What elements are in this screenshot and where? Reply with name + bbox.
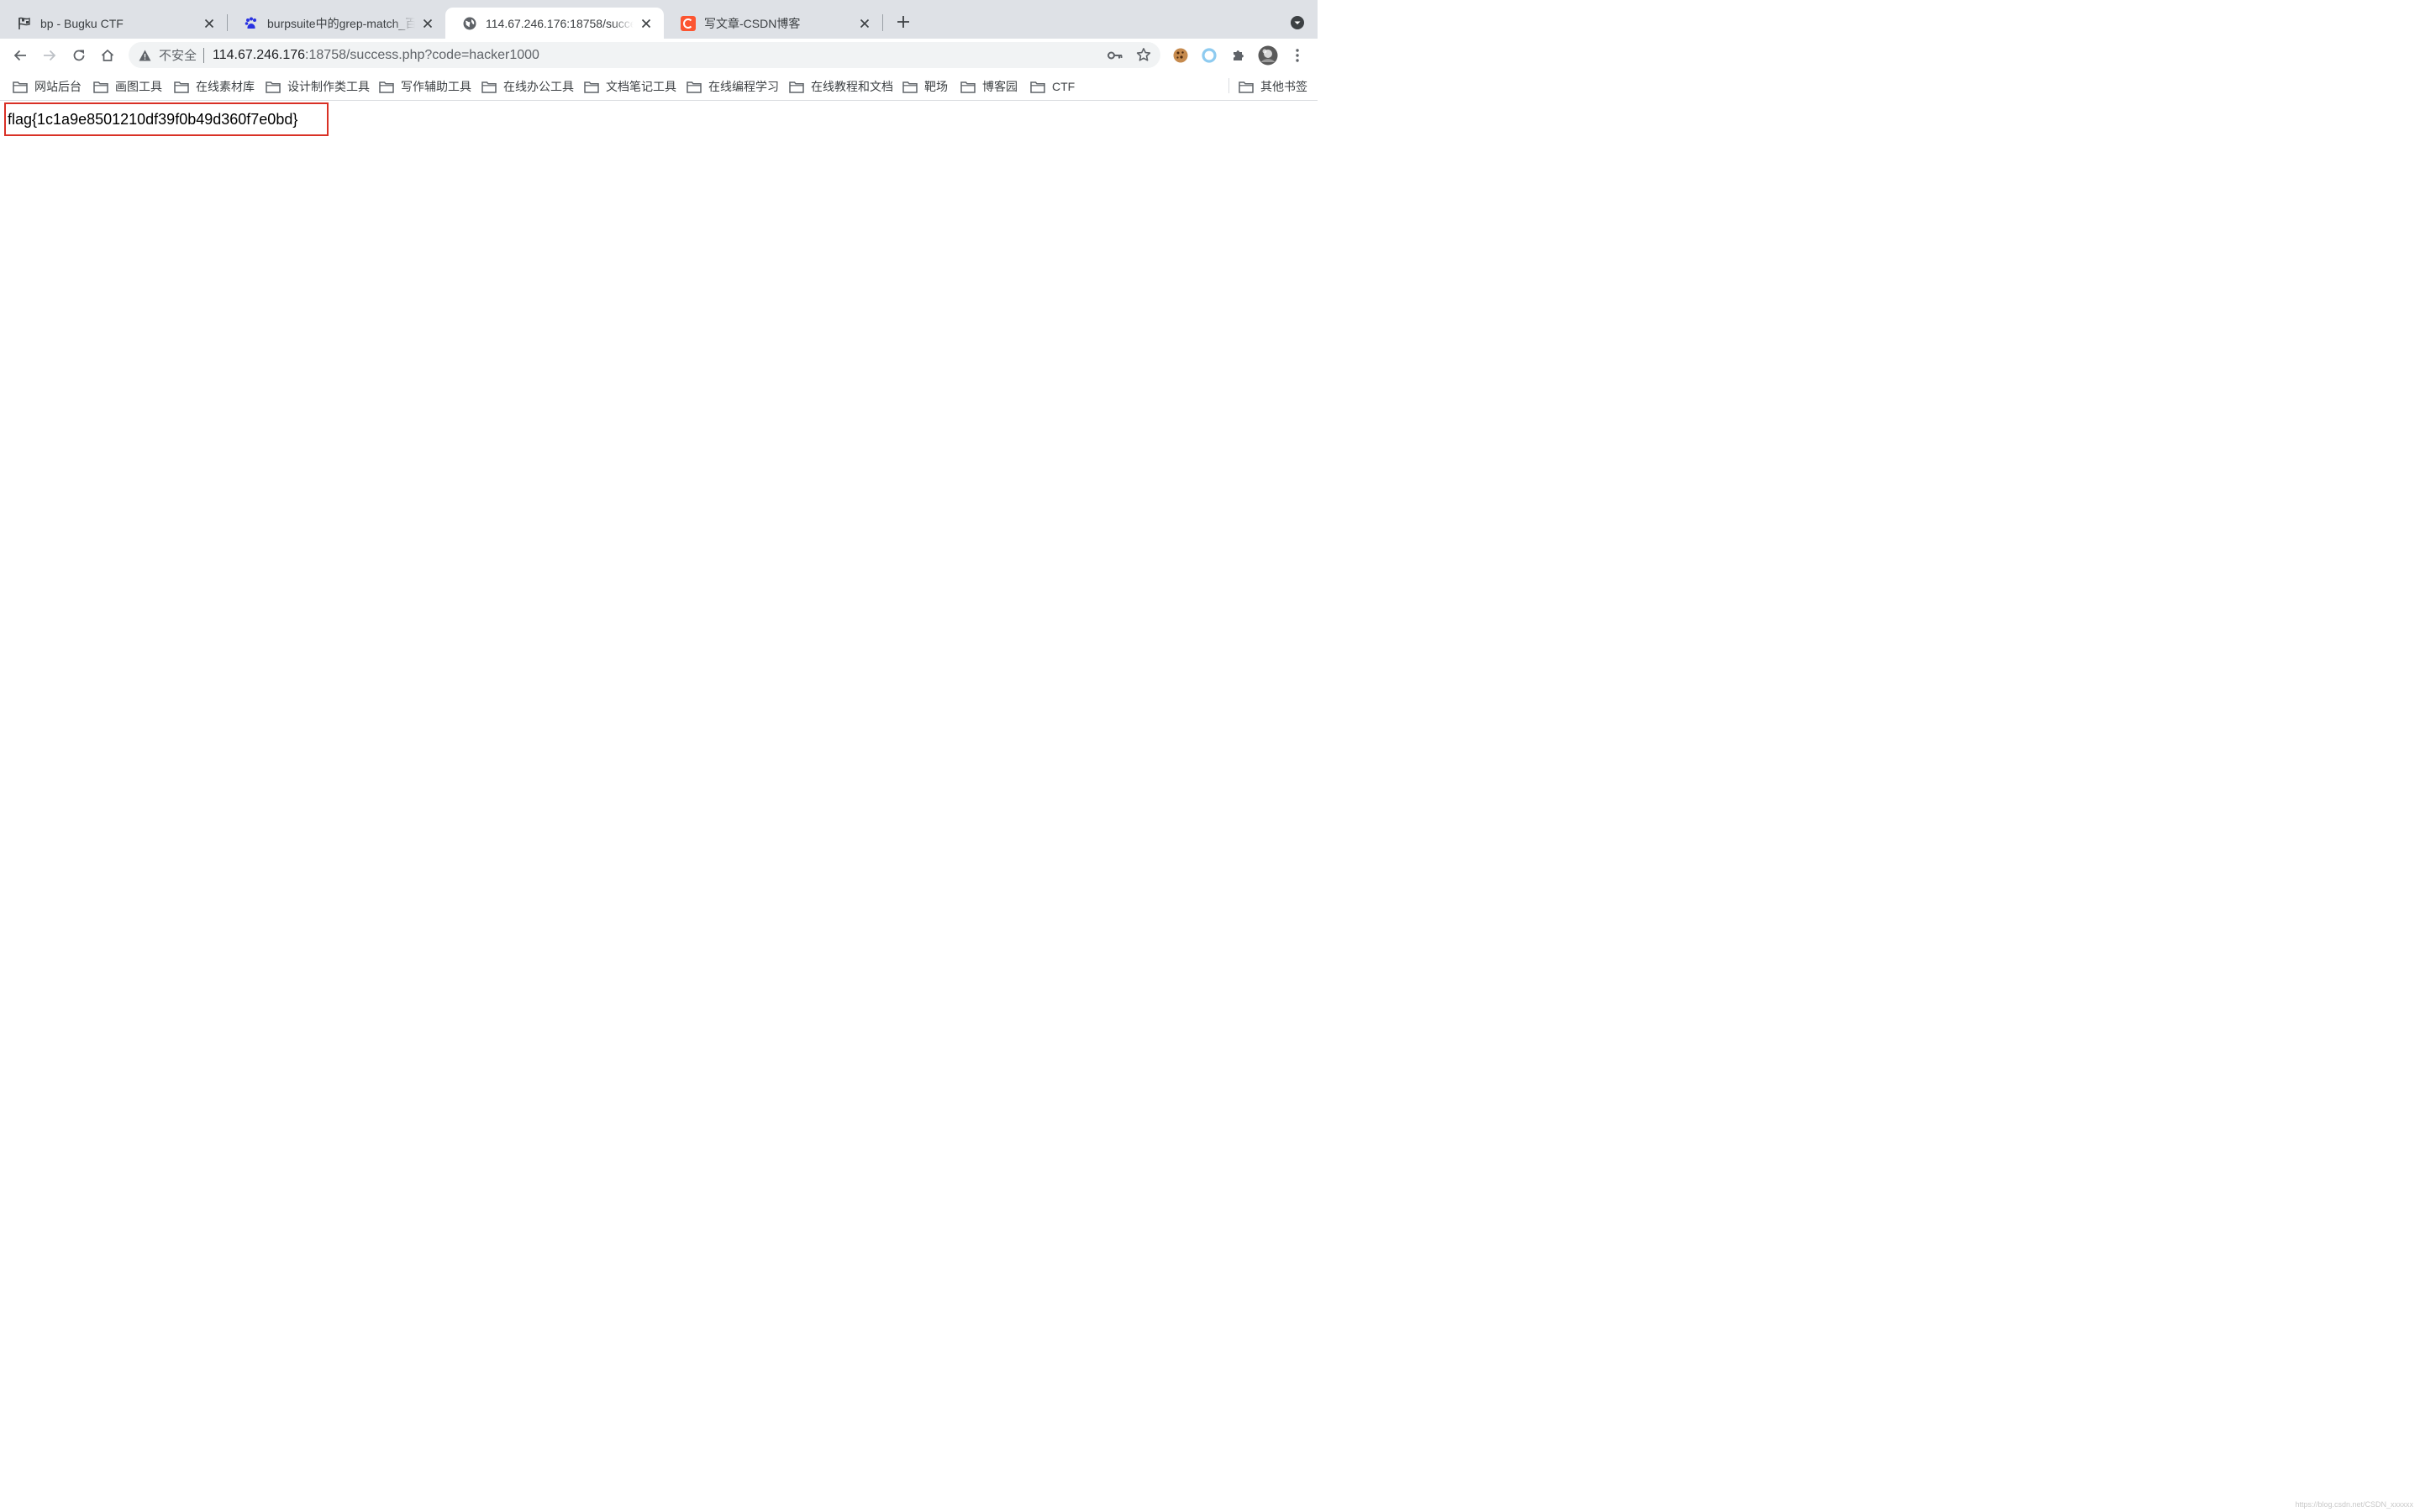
bookmark-folder[interactable]: 在线办公工具 [481,78,574,95]
ring-icon [1202,48,1217,63]
bookmark-folder[interactable]: 博客园 [960,78,1018,95]
plus-icon [897,16,909,28]
bookmark-label: 在线教程和文档 [811,80,893,93]
omnibox-divider [203,47,205,63]
url-host: 114.67.246.176 [213,47,306,62]
bookmark-label: 画图工具 [115,80,162,93]
bookmark-label: 靶场 [924,80,948,93]
bookmark-folder[interactable]: 文档笔记工具 [584,78,676,95]
bookmark-folder[interactable]: 在线编程学习 [687,78,779,95]
home-icon [101,49,114,61]
arrow-right-icon [44,50,56,61]
browser-toolbar: 不安全 114.67.246.176:18758/success.php?cod… [0,39,1318,72]
browser-menu-button[interactable] [1286,44,1309,67]
warning-triangle-icon[interactable] [138,49,151,62]
bookmark-label: CTF [1052,80,1076,93]
tab-title: 写文章-CSDN博客 [704,16,801,30]
bookmark-folder[interactable]: 网站后台 [13,78,82,95]
chevron-down-circle-icon [1291,16,1304,29]
highlight-box [4,102,329,136]
bookmark-label: 写作辅助工具 [401,80,471,93]
other-bookmarks-folder[interactable]: 其他书签 [1239,78,1307,95]
not-secure-label[interactable]: 不安全 [159,46,197,64]
key-icon[interactable] [1107,47,1123,64]
tab-title: 114.67.246.176:18758/success [486,16,634,30]
url-path: :18758/success.php?code=hacker1000 [305,47,539,62]
baidu-paw-icon [244,16,259,31]
home-button[interactable] [96,44,119,67]
bookmark-folder[interactable]: 在线素材库 [174,78,255,95]
bookmarks-bar: 网站后台 画图工具 在线素材库 设计制作类工具 写作辅助工具 在线办公工具 文档… [0,72,1318,101]
folder-icon [266,80,281,93]
profile-avatar-button[interactable] [1256,44,1280,67]
bookmark-folder[interactable]: 靶场 [902,78,948,95]
reload-icon [73,50,85,61]
folder-icon [174,80,189,93]
bookmark-label: 网站后台 [34,80,82,93]
folder-icon [789,80,804,93]
bookmark-folder[interactable]: 画图工具 [93,78,162,95]
bookmark-folder[interactable]: CTF [1030,78,1075,95]
globe-icon [462,16,477,31]
checkered-flag-icon [17,16,32,31]
tab-strip: bp - Bugku CTF burpsuite中的grep-match_百度 … [0,0,1318,39]
avatar [1258,45,1278,66]
close-icon[interactable] [639,16,654,31]
tab-separator [882,14,883,31]
bookmark-label: 博客园 [982,80,1018,93]
watermark: https://blog.csdn.net/CSDN_xxxxxx [2295,1500,2413,1509]
tab-title: bp - Bugku CTF [40,16,124,30]
folder-icon [1030,80,1045,93]
address-bar[interactable]: 不安全 114.67.246.176:18758/success.php?cod… [129,42,1160,68]
forward-button[interactable] [38,44,61,67]
folder-icon [93,80,108,93]
bookmark-label: 在线编程学习 [708,80,779,93]
bookmark-label: 其他书签 [1260,80,1307,93]
bookmark-label: 在线素材库 [196,80,255,93]
bookmark-label: 设计制作类工具 [287,80,370,93]
back-button[interactable] [8,44,32,67]
folder-icon [960,80,976,93]
csdn-c-icon [681,15,696,31]
folder-icon [13,80,28,93]
cookie-icon [1173,48,1188,63]
new-tab-button[interactable] [892,11,914,33]
ring-extension-button[interactable] [1197,44,1221,67]
tab-title: burpsuite中的grep-match_百度 [267,16,415,30]
folder-icon [902,80,918,93]
folder-icon [481,80,497,93]
bookmark-folder[interactable]: 设计制作类工具 [266,78,370,95]
folder-icon [1239,80,1254,93]
tab-success-active[interactable]: 114.67.246.176:18758/success [445,8,664,39]
bookmark-label: 在线办公工具 [503,80,574,93]
close-icon[interactable] [420,16,435,31]
folder-icon [379,80,394,93]
bookmark-star-icon[interactable] [1135,46,1152,63]
extensions-button[interactable] [1227,44,1250,67]
arrow-left-icon [13,50,26,61]
folder-icon [687,80,702,93]
url-text[interactable]: 114.67.246.176:18758/success.php?code=ha… [213,48,539,63]
kebab-menu-icon [1296,49,1299,62]
tab-csdn[interactable]: 写文章-CSDN博客 [664,8,882,39]
close-icon[interactable] [202,16,217,31]
bookmark-folder[interactable]: 在线教程和文档 [789,78,893,95]
bookmark-label: 文档笔记工具 [606,80,676,93]
cookie-extension-button[interactable] [1169,44,1192,67]
tab-baidu[interactable]: burpsuite中的grep-match_百度 [227,8,445,39]
folder-icon [584,80,599,93]
tab-search-button[interactable] [1288,13,1307,32]
bookmark-folder[interactable]: 写作辅助工具 [379,78,471,95]
puzzle-piece-icon [1234,50,1244,60]
reload-button[interactable] [67,44,91,67]
close-icon[interactable] [857,16,872,31]
bookmarks-separator [1228,78,1229,93]
tab-bugku[interactable]: bp - Bugku CTF [0,8,227,39]
